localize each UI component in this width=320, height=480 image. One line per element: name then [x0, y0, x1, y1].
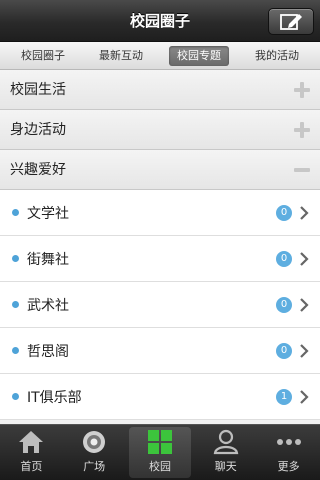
home-icon	[19, 431, 44, 453]
campus-grid-icon	[147, 430, 172, 454]
bullet-dot-icon	[12, 347, 19, 354]
tab-bar: 校园圈子 最新互动 校园专题 我的活动	[0, 42, 320, 70]
bullet-dot-icon	[12, 209, 19, 216]
club-label: 文学社	[27, 205, 69, 222]
topic-list: 校园生活 身边活动 兴趣爱好 文学社 0 街舞社 0 武术社 0 哲思阁 0 I…	[0, 70, 320, 420]
list-item[interactable]: 街舞社 0	[0, 236, 320, 282]
chevron-right-icon	[300, 344, 309, 358]
section-campus-life[interactable]: 校园生活	[0, 70, 320, 110]
club-label: IT俱乐部	[27, 389, 82, 406]
count-badge: 1	[276, 389, 292, 405]
nav-home[interactable]: 首页	[0, 425, 63, 480]
more-icon	[276, 439, 301, 445]
chat-user-icon	[213, 429, 239, 455]
section-label: 校园生活	[10, 82, 66, 98]
chevron-right-icon	[300, 252, 309, 266]
club-label: 街舞社	[27, 251, 69, 268]
section-nearby-activities[interactable]: 身边活动	[0, 110, 320, 150]
header-bar: 校园圈子	[0, 0, 320, 42]
list-item[interactable]: 武术社 0	[0, 282, 320, 328]
tab-campus-circle[interactable]: 校园圈子	[13, 46, 73, 66]
chevron-right-icon	[300, 390, 309, 404]
list-item[interactable]: 哲思阁 0	[0, 328, 320, 374]
count-badge: 0	[276, 343, 292, 359]
list-item[interactable]: IT俱乐部 1	[0, 374, 320, 420]
chevron-right-icon	[300, 206, 309, 220]
section-label: 兴趣爱好	[10, 162, 66, 178]
nav-label: 聊天	[214, 460, 237, 473]
bullet-dot-icon	[12, 301, 19, 308]
count-badge: 0	[276, 251, 292, 267]
nav-label: 校园	[148, 460, 171, 473]
nav-chat[interactable]: 聊天	[194, 425, 257, 480]
expand-plus-icon[interactable]	[292, 120, 312, 140]
chevron-right-icon	[300, 298, 309, 312]
count-badge: 0	[276, 297, 292, 313]
compose-button[interactable]	[268, 8, 314, 35]
expand-plus-icon[interactable]	[292, 80, 312, 100]
compose-icon	[280, 13, 302, 30]
nav-label: 广场	[83, 460, 106, 473]
tab-my-activities[interactable]: 我的活动	[247, 46, 307, 66]
section-hobbies[interactable]: 兴趣爱好	[0, 150, 320, 190]
collapse-minus-icon[interactable]	[292, 160, 312, 180]
bullet-dot-icon	[12, 393, 19, 400]
bottom-nav: 首页 广场 校园 聊天 更多	[0, 424, 320, 480]
square-icon	[83, 431, 106, 453]
club-label: 哲思阁	[27, 343, 69, 360]
club-label: 武术社	[27, 297, 69, 314]
nav-label: 首页	[20, 460, 43, 473]
section-label: 身边活动	[10, 122, 66, 138]
nav-label: 更多	[277, 460, 300, 473]
tab-latest-interaction[interactable]: 最新互动	[91, 46, 151, 66]
nav-campus[interactable]: 校园	[128, 427, 192, 478]
tab-campus-topics[interactable]: 校园专题	[169, 45, 229, 66]
list-item[interactable]: 文学社 0	[0, 190, 320, 236]
count-badge: 0	[276, 205, 292, 221]
nav-square[interactable]: 广场	[63, 425, 126, 480]
nav-more[interactable]: 更多	[257, 425, 320, 480]
bullet-dot-icon	[12, 255, 19, 262]
